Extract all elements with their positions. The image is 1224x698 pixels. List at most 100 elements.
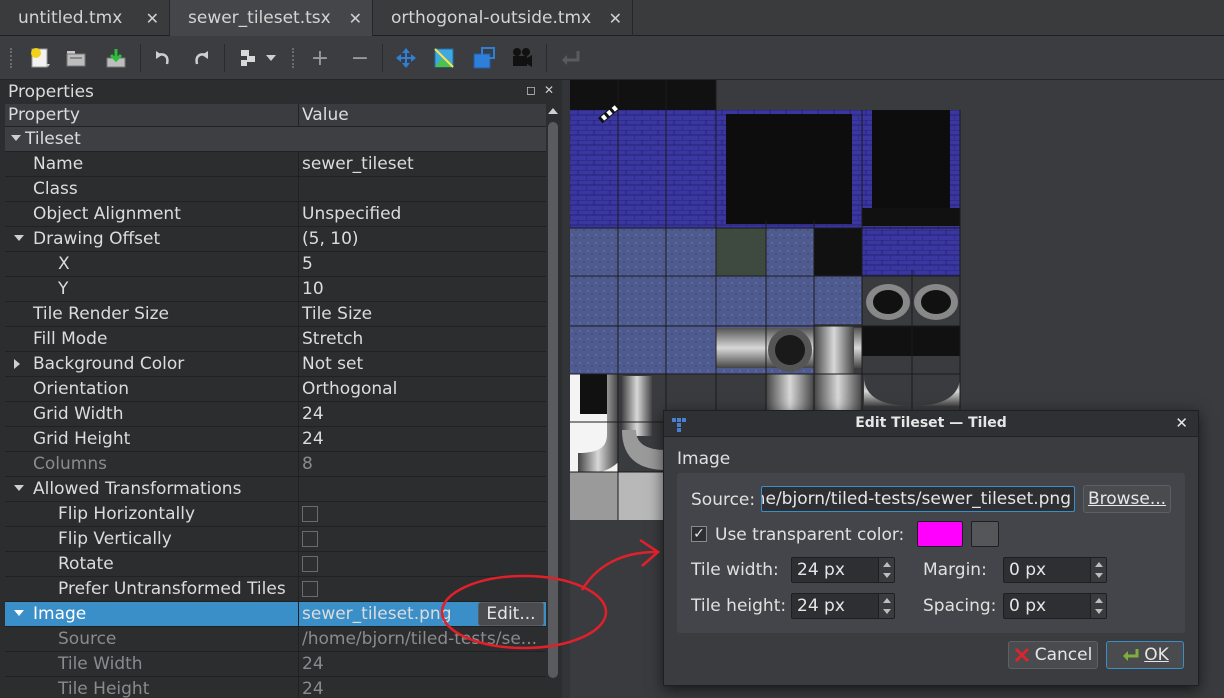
tile-collision-icon[interactable] xyxy=(470,44,498,72)
property-value[interactable]: Stretch xyxy=(302,329,363,349)
column-divider xyxy=(298,302,299,327)
property-value[interactable]: sewer_tileset xyxy=(302,154,414,174)
property-value[interactable]: 24 xyxy=(302,404,324,424)
transparent-color-checkbox[interactable]: ✓ xyxy=(691,526,707,542)
animation-icon[interactable] xyxy=(508,44,536,72)
spinbox-arrows[interactable] xyxy=(1090,594,1106,618)
pick-color-button[interactable] xyxy=(971,521,999,547)
expand-right-icon[interactable] xyxy=(14,359,20,369)
property-checkbox[interactable] xyxy=(302,556,318,572)
tile-width-spinbox[interactable]: 24 px xyxy=(791,557,895,583)
dialog-titlebar[interactable]: Edit Tileset — Tiled ✕ xyxy=(664,411,1198,437)
property-value[interactable]: sewer_tileset.png xyxy=(302,604,451,624)
property-value[interactable]: 10 xyxy=(302,279,324,299)
source-input[interactable]: /home/bjorn/tiled-tests/sewer_tileset.pn… xyxy=(761,486,1075,512)
apply-icon[interactable] xyxy=(556,44,584,72)
expand-down-icon[interactable] xyxy=(14,485,24,491)
property-value[interactable]: Tile Size xyxy=(302,304,372,324)
cancel-button[interactable]: Cancel xyxy=(1008,641,1098,669)
property-value[interactable]: (5, 10) xyxy=(302,229,359,249)
property-row[interactable]: Object Alignment Unspecified xyxy=(5,202,546,227)
column-divider xyxy=(298,277,299,302)
margin-spinbox[interactable]: 0 px xyxy=(1003,557,1107,583)
dropdown-arrow-icon[interactable] xyxy=(262,44,280,72)
property-row[interactable]: Grid Width 24 xyxy=(5,402,546,427)
expand-down-icon[interactable] xyxy=(11,135,21,141)
undo-icon[interactable] xyxy=(148,44,176,72)
edit-image-button[interactable]: Edit... xyxy=(478,602,544,626)
expand-down-icon[interactable] xyxy=(14,235,24,241)
property-row[interactable]: Tile Render Size Tile Size xyxy=(5,302,546,327)
property-row[interactable]: Drawing Offset (5, 10) xyxy=(5,227,546,252)
close-icon[interactable]: ✕ xyxy=(609,9,622,28)
property-row[interactable]: Background Color Not set xyxy=(5,352,546,377)
property-row[interactable]: Allowed Transformations xyxy=(5,477,546,502)
property-value[interactable]: Orthogonal xyxy=(302,379,397,399)
close-icon[interactable]: ✕ xyxy=(146,9,159,28)
property-row[interactable]: Y 10 xyxy=(5,277,546,302)
redo-icon[interactable] xyxy=(188,44,216,72)
property-row[interactable]: Tile Width 24 xyxy=(5,652,546,677)
save-icon[interactable] xyxy=(102,44,130,72)
property-row[interactable]: Flip Horizontally xyxy=(5,502,546,527)
close-icon[interactable]: ✕ xyxy=(1175,414,1188,432)
toolbar-grip[interactable] xyxy=(292,48,296,68)
browse-button[interactable]: Browse... xyxy=(1083,485,1171,513)
column-divider[interactable] xyxy=(298,104,299,127)
new-file-icon[interactable] xyxy=(26,44,54,72)
expand-down-icon[interactable] xyxy=(14,610,24,616)
property-row[interactable]: Tileset xyxy=(5,127,546,152)
column-header-value[interactable]: Value xyxy=(302,105,349,125)
property-row[interactable]: Rotate xyxy=(5,552,546,577)
property-row[interactable]: Source/home/bjorn/tiled-tests/se... xyxy=(5,627,546,652)
close-icon[interactable]: ✕ xyxy=(349,9,362,28)
open-folder-icon[interactable] xyxy=(62,44,90,72)
property-row[interactable]: Columns 8 xyxy=(5,452,546,477)
column-divider xyxy=(298,552,299,577)
float-icon[interactable]: ◻ xyxy=(526,83,536,97)
property-name: Prefer Untransformed Tiles xyxy=(58,579,286,599)
spacing-spinbox[interactable]: 0 px xyxy=(1003,593,1107,619)
toolbar-grip[interactable] xyxy=(10,48,14,68)
property-value[interactable]: Not set xyxy=(302,354,363,374)
spinbox-arrows[interactable] xyxy=(878,594,894,618)
close-icon[interactable]: ✕ xyxy=(544,83,554,97)
property-value[interactable]: Unspecified xyxy=(302,204,401,224)
properties-scrollbar[interactable] xyxy=(546,104,560,698)
column-divider xyxy=(298,652,299,677)
scroll-up-icon[interactable] xyxy=(548,108,558,114)
property-row[interactable]: Orientation Orthogonal xyxy=(5,377,546,402)
remove-icon[interactable]: − xyxy=(346,44,374,72)
property-value[interactable]: 24 xyxy=(302,429,324,449)
property-row[interactable]: Class xyxy=(5,177,546,202)
ok-button[interactable]: OK xyxy=(1106,641,1184,669)
terrain-icon[interactable] xyxy=(430,44,458,72)
property-row[interactable]: Name sewer_tileset xyxy=(5,152,546,177)
property-row[interactable]: Image sewer_tileset.png Edit... xyxy=(5,602,546,627)
panel-splitter[interactable] xyxy=(562,80,570,698)
property-row[interactable]: Prefer Untransformed Tiles xyxy=(5,577,546,602)
property-value[interactable]: 5 xyxy=(302,254,313,274)
transparent-color-swatch[interactable] xyxy=(917,521,963,547)
edit-tileset-dialog: Edit Tileset — Tiled ✕ Image Source: /ho… xyxy=(663,410,1199,686)
tab-sewer-tileset[interactable]: sewer_tileset.tsx ✕ xyxy=(170,0,373,36)
property-checkbox[interactable] xyxy=(302,581,318,597)
column-header-property[interactable]: Property xyxy=(8,105,80,125)
property-row[interactable]: Flip Vertically xyxy=(5,527,546,552)
tab-orthogonal-outside[interactable]: orthogonal-outside.tmx ✕ xyxy=(373,0,633,36)
property-row[interactable]: Tile Height 24 xyxy=(5,677,546,698)
spinbox-arrows[interactable] xyxy=(1090,558,1106,582)
ok-icon xyxy=(1123,649,1139,661)
property-row[interactable]: Fill Mode Stretch xyxy=(5,327,546,352)
scrollbar-thumb[interactable] xyxy=(548,122,558,678)
property-checkbox[interactable] xyxy=(302,531,318,547)
tile-height-spinbox[interactable]: 24 px xyxy=(791,593,895,619)
property-row[interactable]: Grid Height 24 xyxy=(5,427,546,452)
move-icon[interactable] xyxy=(392,44,420,72)
property-checkbox[interactable] xyxy=(302,506,318,522)
tab-untitled[interactable]: untitled.tmx ✕ xyxy=(0,0,170,36)
property-row[interactable]: X5 xyxy=(5,252,546,277)
spinbox-arrows[interactable] xyxy=(878,558,894,582)
stamp-icon[interactable] xyxy=(234,44,262,72)
add-icon[interactable]: + xyxy=(306,44,334,72)
